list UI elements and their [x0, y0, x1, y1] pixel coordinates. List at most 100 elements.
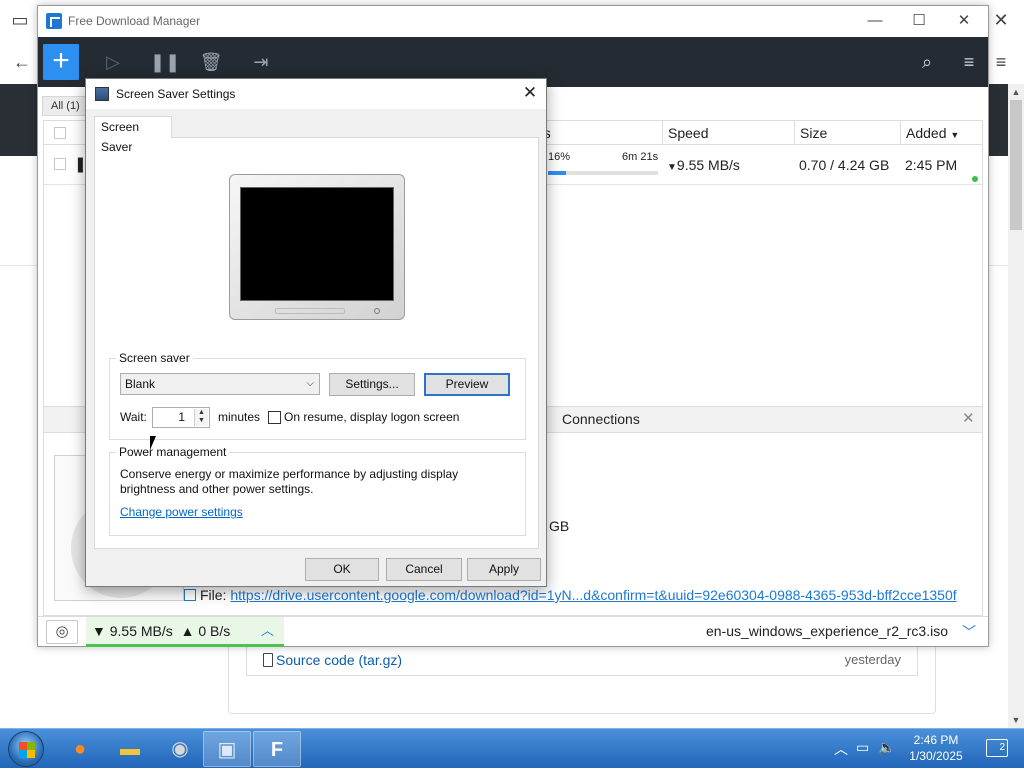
page-scrollbar-thumb[interactable]	[1010, 100, 1022, 230]
screen-saver-tab-page: Screen saver Blank ⌵ Settings... Preview…	[94, 137, 539, 549]
statusbar-file-name: en-us_windows_experience_r2_rc3.iso	[705, 623, 948, 639]
chevron-down-icon: ⌵	[306, 378, 314, 389]
clock-date: 1/30/2025	[909, 749, 963, 763]
pause-button[interactable]: ❚❚	[150, 49, 180, 75]
select-all-checkbox[interactable]	[54, 127, 66, 139]
firefox-icon: ●	[73, 738, 87, 760]
monitor-preview	[229, 174, 405, 320]
traffic-indicator[interactable]: ▼ 9.55 MB/s ▲ 0 B/s ︿	[86, 617, 284, 647]
taskbar-fdm[interactable]: F	[253, 731, 301, 767]
resume-logon-label[interactable]: On resume, display logon screen	[284, 410, 459, 424]
column-size[interactable]: Size	[794, 121, 900, 145]
resume-logon-checkbox[interactable]	[268, 411, 281, 424]
screen-saver-dialog: Screen Saver Settings ✕ Screen Saver Scr…	[85, 78, 547, 587]
screen-saver-icon: ▣	[217, 739, 237, 761]
taskbar-explorer[interactable]: ▬	[106, 731, 154, 767]
file-label: File:	[200, 587, 227, 603]
browser-close-icon[interactable]: ✕	[990, 10, 1012, 31]
taskbar-screen-saver[interactable]: ▣	[203, 731, 251, 767]
file-url-link[interactable]: https://drive.usercontent.google.com/dow…	[230, 587, 956, 603]
download-speed: ▼9.55 MB/s	[667, 145, 740, 185]
trash-icon: 🗑	[199, 52, 223, 72]
add-download-button[interactable]: +	[43, 44, 79, 80]
resume-button[interactable]: ▷	[100, 49, 126, 75]
spinner-arrows-icon[interactable]: ▲ ▼	[194, 409, 208, 426]
close-button[interactable]: ✕	[941, 6, 987, 37]
sort-desc-icon: ▼	[950, 130, 960, 140]
back-icon[interactable]: ←	[10, 52, 34, 73]
column-added[interactable]: Added ▼	[900, 121, 982, 145]
tab-screen-saver[interactable]: Screen Saver	[94, 116, 172, 154]
preview-button[interactable]: Preview	[424, 373, 510, 396]
up-arrow-icon: ▲	[180, 623, 195, 639]
asset-timestamp: yesterday	[844, 652, 901, 667]
tab-all[interactable]: All (1)	[42, 96, 86, 116]
dialog-close-button[interactable]: ✕	[520, 83, 540, 103]
details-size-fragment: GB	[549, 518, 570, 534]
scroll-down-arrow-icon[interactable]: ▼	[1008, 712, 1024, 728]
minimize-button[interactable]: —	[852, 6, 898, 37]
column-added-label: Added	[906, 125, 947, 141]
source-code-link[interactable]: Source code (tar.gz)	[276, 652, 402, 668]
wait-label: Wait:	[120, 410, 147, 424]
ok-button[interactable]: OK	[305, 558, 379, 581]
row-checkbox[interactable]	[54, 158, 66, 170]
settings-button[interactable]: Settings...	[329, 373, 415, 396]
download-added: 2:45 PM	[905, 157, 958, 173]
main-menu-button[interactable]: ≡	[956, 49, 982, 75]
external-link-icon[interactable]	[184, 589, 196, 601]
notification-icon[interactable]: 2	[986, 739, 1008, 757]
dialog-title: Screen Saver Settings	[116, 87, 236, 101]
power-management-group: Power management Conserve energy or maxi…	[109, 445, 526, 536]
fdm-icon: F	[270, 739, 284, 761]
windows-logo-icon	[19, 742, 35, 758]
cancel-button[interactable]: Cancel	[386, 558, 462, 581]
clock[interactable]: 2:46 PM 1/30/2025	[904, 732, 968, 764]
wait-minutes-value: 1	[178, 410, 185, 424]
delete-button[interactable]: 🗑	[198, 49, 224, 75]
power-management-description: Conserve energy or maximize performance …	[120, 467, 459, 496]
total-upload-speed: 0 B/s	[198, 623, 231, 639]
taskbar-firefox[interactable]: ●	[56, 731, 104, 767]
tab-connections[interactable]: Connections	[562, 411, 640, 427]
wait-minutes-spinner[interactable]: 1 ▲ ▼	[152, 407, 210, 428]
details-close-icon[interactable]: ✕	[962, 409, 975, 427]
download-progress-bar	[548, 171, 658, 175]
clock-time: 2:46 PM	[913, 733, 959, 747]
chevron-down-icon[interactable]: ﹀	[962, 622, 976, 642]
volume-muted-icon[interactable]: 🔈	[878, 739, 895, 756]
browser-menu-icon[interactable]: ≡	[990, 52, 1012, 73]
speed-limit-button[interactable]: ◎	[46, 620, 78, 644]
snail-icon: ◎	[55, 623, 69, 640]
search-button[interactable]: ⌕	[914, 49, 940, 75]
search-icon: ⌕	[921, 52, 933, 72]
chevron-up-icon[interactable]: ︿	[834, 739, 848, 759]
change-power-settings-link[interactable]: Change power settings	[120, 505, 243, 519]
play-icon: ▷	[106, 52, 120, 72]
network-icon[interactable]: ▭	[856, 739, 869, 756]
menu-icon: ≡	[963, 52, 975, 72]
source-code-ext: (tar.gz)	[358, 651, 403, 668]
screen-saver-select[interactable]: Blank ⌵	[120, 373, 320, 395]
taskbar-chrome[interactable]: ◉	[156, 731, 204, 767]
apply-button[interactable]: Apply	[467, 558, 541, 581]
monitor-power-led	[374, 308, 380, 314]
asset-row-source-code[interactable]: Source code (tar.gz) yesterday	[246, 644, 918, 676]
power-management-label: Power management	[116, 445, 230, 459]
move-to-folder-button[interactable]: ⇥	[248, 49, 274, 75]
column-speed[interactable]: Speed	[662, 121, 794, 145]
maximize-button[interactable]: ☐	[896, 6, 942, 37]
scroll-up-arrow-icon[interactable]: ▲	[1008, 84, 1024, 100]
dialog-title-bar[interactable]: Screen Saver Settings ✕	[86, 79, 546, 109]
fdm-statusbar: ◎ ▼ 9.55 MB/s ▲ 0 B/s ︿ en-us_windows_ex…	[38, 616, 988, 647]
down-arrow-icon: ▼	[667, 162, 677, 173]
fdm-title-bar[interactable]: Free Download Manager — ☐ ✕	[38, 6, 988, 37]
down-arrow-icon: ▼	[92, 623, 106, 639]
source-code-label: Source code	[276, 651, 355, 668]
tab-overview-icon[interactable]: ▭	[10, 10, 30, 31]
start-button[interactable]	[8, 731, 44, 767]
pause-icon: ❚❚	[150, 52, 181, 72]
active-indicator	[972, 176, 978, 182]
total-download-speed: 9.55 MB/s	[109, 623, 173, 639]
chevron-up-icon[interactable]: ︿	[261, 617, 274, 645]
